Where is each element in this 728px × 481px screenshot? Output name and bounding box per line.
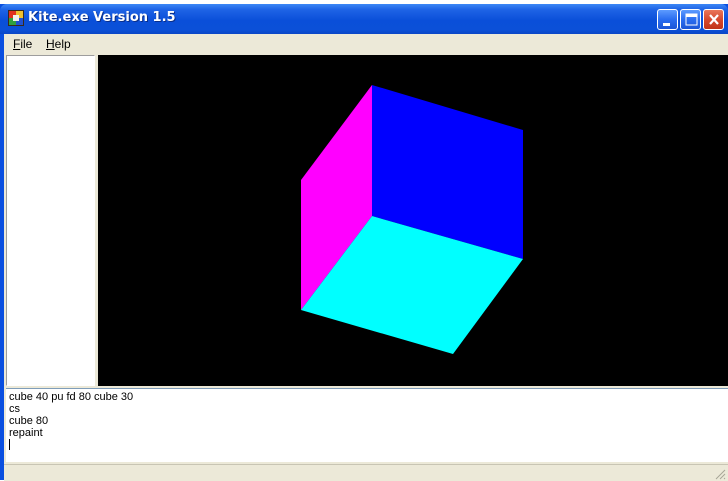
text-caret bbox=[9, 439, 10, 450]
menu-bar: File Help bbox=[4, 34, 728, 54]
minimize-button[interactable] bbox=[657, 9, 678, 30]
sidebar-panel[interactable] bbox=[6, 55, 95, 386]
close-icon bbox=[709, 14, 719, 25]
console-line: cube 80 bbox=[9, 415, 49, 427]
menu-help-accel: H bbox=[46, 37, 55, 51]
client-area: File Help cube 40 pu fd 80 cube 30 cs cu… bbox=[4, 34, 728, 481]
command-console[interactable]: cube 40 pu fd 80 cube 30 cs cube 80 repa… bbox=[6, 388, 728, 462]
menu-help[interactable]: Help bbox=[46, 37, 71, 51]
cube-drawing bbox=[301, 85, 523, 354]
console-line: cs bbox=[9, 403, 20, 415]
window-title: Kite.exe Version 1.5 bbox=[28, 10, 176, 25]
maximize-button[interactable] bbox=[680, 9, 701, 30]
title-bar[interactable]: Kite.exe Version 1.5 bbox=[0, 4, 728, 34]
maximize-icon bbox=[685, 13, 698, 26]
menu-help-rest: elp bbox=[54, 37, 71, 51]
resize-grip-icon[interactable] bbox=[714, 468, 726, 480]
console-line: repaint bbox=[9, 427, 43, 439]
app-window: Kite.exe Version 1.5 File Help cube 40 p… bbox=[0, 4, 728, 481]
drawing-canvas[interactable] bbox=[98, 55, 728, 386]
menu-file-rest: ile bbox=[20, 37, 33, 51]
close-button[interactable] bbox=[703, 9, 724, 30]
console-line: cube 40 pu fd 80 cube 30 bbox=[9, 391, 134, 403]
kite-app-icon bbox=[8, 10, 24, 26]
minimize-icon bbox=[663, 23, 670, 26]
console-input-line[interactable] bbox=[9, 439, 728, 451]
status-bar bbox=[4, 464, 728, 481]
menu-file[interactable]: File bbox=[13, 37, 32, 51]
